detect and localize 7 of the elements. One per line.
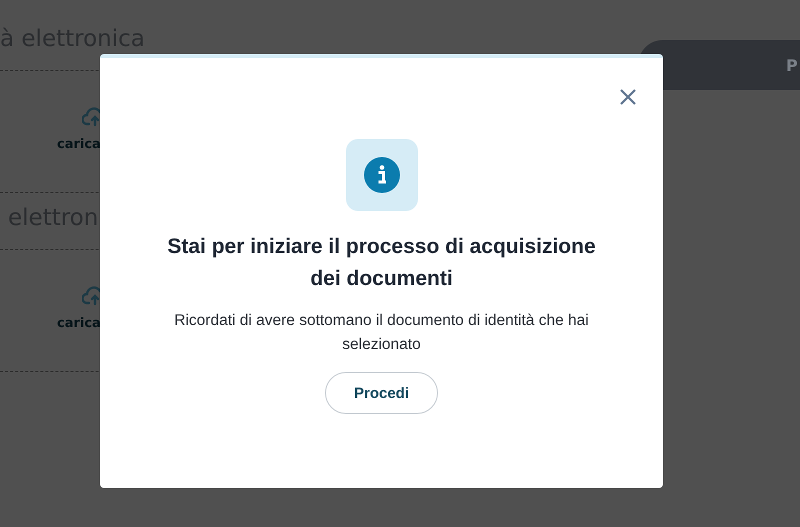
upload-label[interactable]: carica [57,316,101,331]
upload-label[interactable]: carica [57,137,101,152]
proceed-button[interactable]: Procedi [325,372,438,414]
info-icon [364,157,400,193]
dialog-title: Stai per iniziare il processo di acquisizione dei documenti [166,234,597,292]
dialog-message: Ricordati di avere sottomano il documento di identità che hai selezionato [173,311,590,355]
close-icon[interactable] [619,88,637,106]
